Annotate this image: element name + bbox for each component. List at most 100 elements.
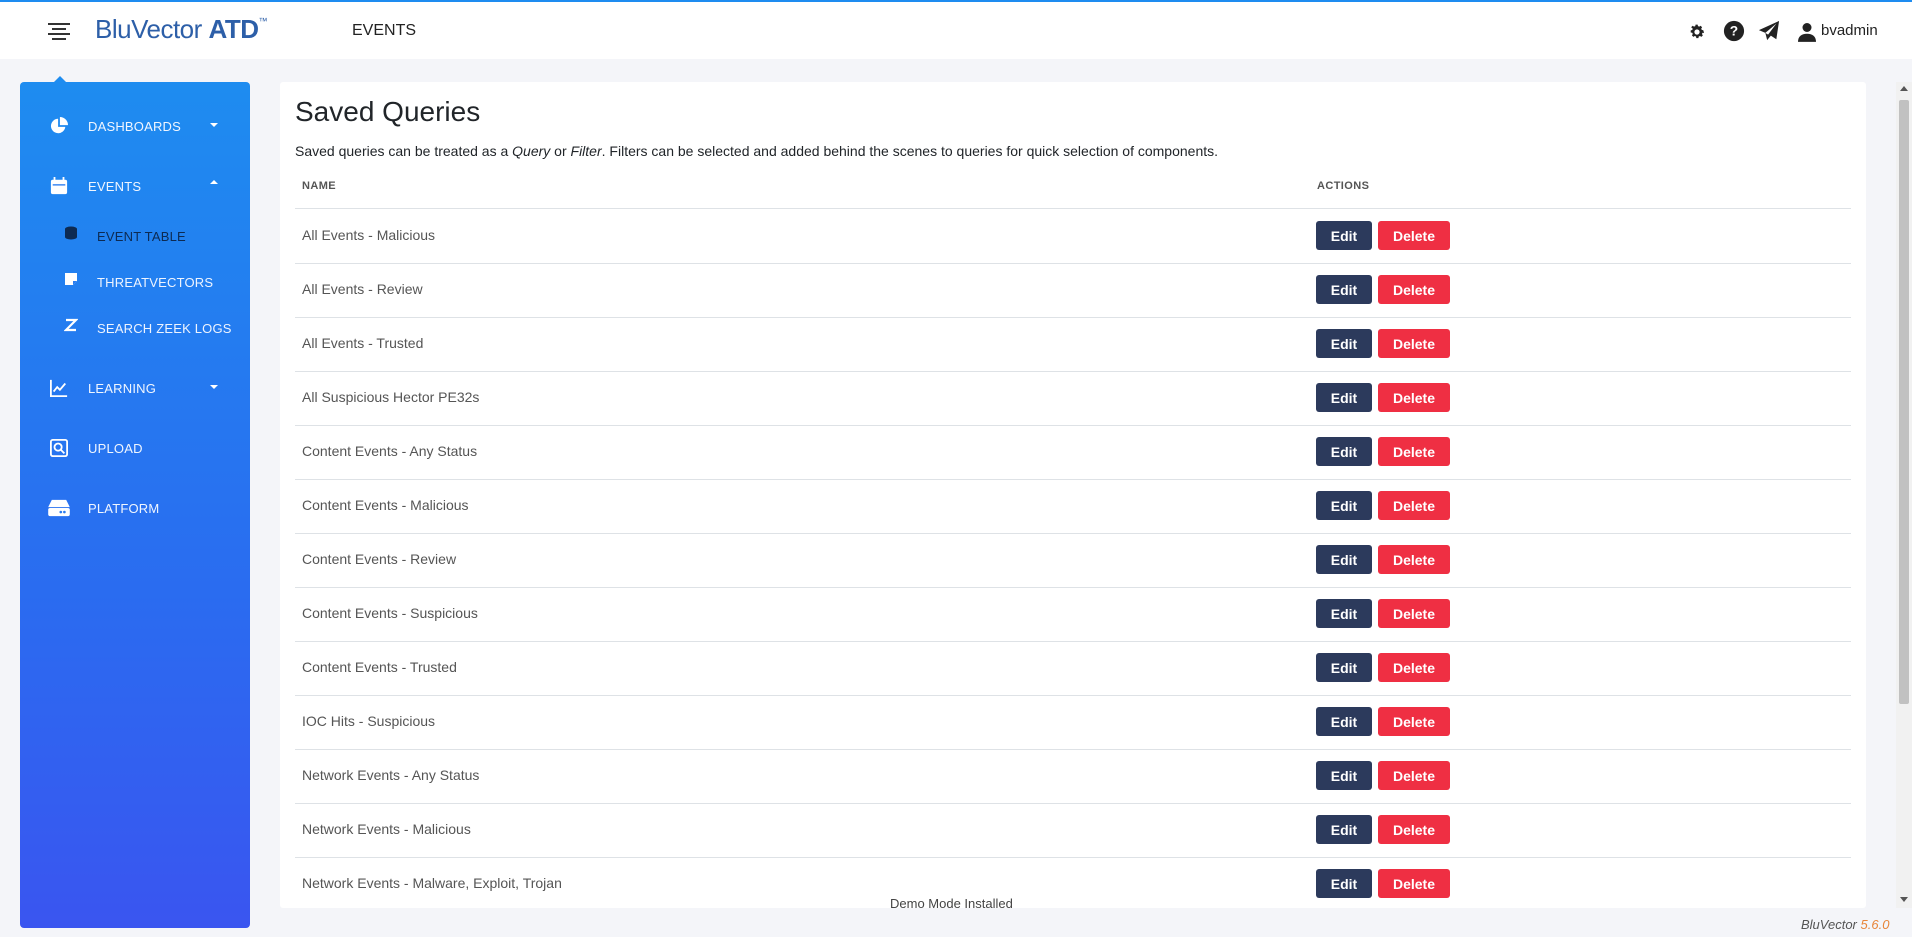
footer-version: BluVector 5.6.0 (1801, 917, 1889, 932)
sidebar-item-label: DASHBOARDS (88, 119, 182, 134)
send-icon[interactable] (1758, 20, 1780, 42)
svg-text:?: ? (1730, 24, 1738, 39)
table-row: All Suspicious Hector PE32s Edit Delete (295, 371, 1851, 426)
table-row: Content Events - Review Edit Delete (295, 533, 1851, 588)
chevron-down-icon (210, 123, 218, 127)
edit-button[interactable]: Edit (1316, 869, 1372, 898)
menu-toggle-icon[interactable] (48, 23, 70, 41)
edit-button[interactable]: Edit (1316, 545, 1372, 574)
scroll-up-arrow-icon[interactable] (1900, 86, 1908, 91)
query-name: All Events - Trusted (302, 335, 424, 351)
table-row: Content Events - Suspicious Edit Delete (295, 587, 1851, 642)
pie-chart-icon (50, 117, 68, 134)
query-name: Content Events - Malicious (302, 497, 469, 513)
delete-button[interactable]: Delete (1378, 491, 1450, 520)
table-row: Content Events - Trusted Edit Delete (295, 641, 1851, 696)
logo-bold: ATD (208, 14, 260, 44)
demo-mode-status: Demo Mode Installed (890, 896, 1013, 911)
page-title: Saved Queries (295, 96, 481, 127)
query-name: All Events - Review (302, 281, 423, 297)
edit-button[interactable]: Edit (1316, 707, 1372, 736)
help-icon[interactable]: ? (1723, 20, 1745, 42)
scroll-down-arrow-icon[interactable] (1900, 897, 1908, 902)
delete-button[interactable]: Delete (1378, 761, 1450, 790)
table-row: IOC Hits - Suspicious Edit Delete (295, 695, 1851, 750)
logo-main: BluVector (95, 14, 202, 44)
table-row: All Events - Trusted Edit Delete (295, 317, 1851, 372)
page-section-title: EVENTS (352, 22, 417, 39)
calendar-icon (50, 177, 68, 195)
sidebar-subitem-search-zeek-logs[interactable]: SEARCH ZEEK LOGS (20, 310, 250, 346)
query-name: Content Events - Suspicious (302, 605, 478, 621)
table-row: Content Events - Any Status Edit Delete (295, 425, 1851, 480)
sidebar-item-events[interactable]: EVENTS (20, 166, 250, 206)
gear-icon[interactable] (1688, 23, 1706, 41)
delete-button[interactable]: Delete (1378, 221, 1450, 250)
sidebar-item-label: UPLOAD (88, 441, 143, 456)
delete-button[interactable]: Delete (1378, 383, 1450, 412)
edit-button[interactable]: Edit (1316, 491, 1372, 520)
chevron-down-icon (210, 385, 218, 389)
sidebar-item-platform[interactable]: PLATFORM (20, 488, 250, 528)
edit-button[interactable]: Edit (1316, 437, 1372, 466)
column-header-name: NAME (302, 180, 336, 192)
scrollbar[interactable] (1896, 82, 1912, 908)
edit-button[interactable]: Edit (1316, 599, 1372, 628)
sidebar-subitem-label: THREATVECTORS (97, 275, 214, 290)
chevron-up-icon (210, 180, 218, 184)
upload-search-icon (50, 439, 68, 457)
query-name: IOC Hits - Suspicious (302, 713, 436, 729)
query-name: Network Events - Any Status (302, 767, 480, 783)
delete-button[interactable]: Delete (1378, 815, 1450, 844)
delete-button[interactable]: Delete (1378, 437, 1450, 466)
sidebar-subitem-event-table[interactable]: EVENT TABLE (20, 218, 250, 254)
table-row: Network Events - Malicious Edit Delete (295, 803, 1851, 858)
delete-button[interactable]: Delete (1378, 329, 1450, 358)
sidebar-subitem-threatvectors[interactable]: THREATVECTORS (20, 264, 250, 300)
username[interactable]: bvadmin (1821, 22, 1878, 39)
edit-button[interactable]: Edit (1316, 815, 1372, 844)
column-header-actions: ACTIONS (1317, 180, 1370, 192)
page-description: Saved queries can be treated as a Query … (295, 143, 1219, 159)
edit-button[interactable]: Edit (1316, 653, 1372, 682)
line-chart-icon (50, 379, 68, 397)
query-name: All Suspicious Hector PE32s (302, 389, 480, 405)
logo-tm: ™ (258, 16, 268, 26)
query-name: Content Events - Trusted (302, 659, 457, 675)
scroll-thumb[interactable] (1899, 100, 1909, 704)
query-name: Network Events - Malicious (302, 821, 471, 837)
footer-brand: BluVector (1801, 917, 1857, 932)
database-icon (65, 226, 77, 240)
table-row: Network Events - Malware, Exploit, Troja… (295, 857, 1851, 908)
table-row: Network Events - Any Status Edit Delete (295, 749, 1851, 804)
delete-button[interactable]: Delete (1378, 653, 1450, 682)
delete-button[interactable]: Delete (1378, 707, 1450, 736)
delete-button[interactable]: Delete (1378, 869, 1450, 898)
delete-button[interactable]: Delete (1378, 275, 1450, 304)
query-name: Network Events - Malware, Exploit, Troja… (302, 875, 562, 891)
sidebar-item-label: PLATFORM (88, 501, 160, 516)
edit-button[interactable]: Edit (1316, 761, 1372, 790)
sidebar-item-label: LEARNING (88, 381, 157, 396)
sidebar-subitem-label: SEARCH ZEEK LOGS (97, 321, 232, 336)
sidebar: DASHBOARDS EVENTS EVENT TABLE THREATVECT… (20, 82, 250, 928)
sidebar-item-label: EVENTS (88, 179, 142, 194)
user-icon[interactable] (1798, 22, 1816, 42)
delete-button[interactable]: Delete (1378, 599, 1450, 628)
sidebar-item-dashboards[interactable]: DASHBOARDS (20, 106, 250, 146)
sidebar-subitem-label: EVENT TABLE (97, 229, 186, 244)
version-number: 5.6.0 (1860, 917, 1890, 932)
delete-button[interactable]: Delete (1378, 545, 1450, 574)
table-row: All Events - Review Edit Delete (295, 263, 1851, 318)
note-icon (65, 273, 77, 285)
edit-button[interactable]: Edit (1316, 221, 1372, 250)
query-name: All Events - Malicious (302, 227, 436, 243)
top-header: BluVector ATD™ EVENTS ? bvadmin (0, 2, 1912, 59)
edit-button[interactable]: Edit (1316, 275, 1372, 304)
edit-button[interactable]: Edit (1316, 383, 1372, 412)
logo[interactable]: BluVector ATD™ (95, 14, 268, 45)
sidebar-item-upload[interactable]: UPLOAD (20, 428, 250, 468)
edit-button[interactable]: Edit (1316, 329, 1372, 358)
saved-queries-panel: Saved Queries Saved queries can be treat… (280, 82, 1866, 908)
sidebar-item-learning[interactable]: LEARNING (20, 368, 250, 408)
